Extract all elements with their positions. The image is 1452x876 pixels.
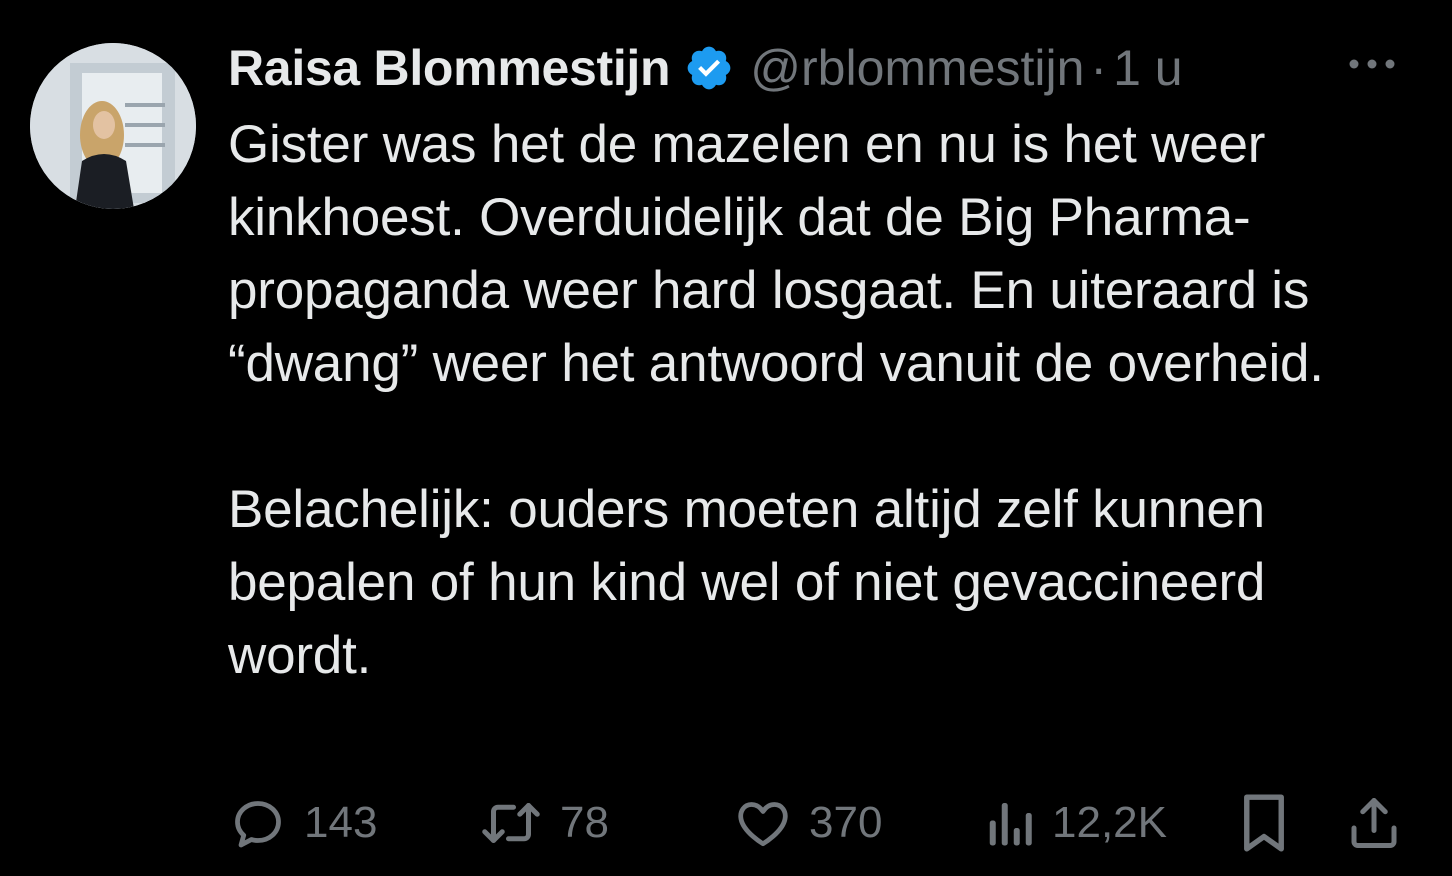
avatar[interactable] [30,43,196,209]
like-button[interactable]: 370 [733,790,882,856]
tweet-text: Gister was het de mazelen en nu is het w… [228,115,1324,685]
heart-icon [738,802,788,847]
author-handle[interactable]: @rblommestijn [750,39,1084,97]
author-name[interactable]: Raisa Blommestijn [228,39,671,97]
tweet[interactable]: Raisa Blommestijn @rblommestijn · 1 u Gi… [0,0,1452,876]
reply-icon [235,801,281,848]
retweet-icon [482,803,540,843]
timestamp[interactable]: 1 u [1113,39,1183,97]
separator-dot: · [1090,40,1108,96]
verified-badge-icon[interactable] [684,43,734,93]
like-count: 370 [809,798,883,847]
bookmark-button[interactable] [1236,790,1292,856]
share-button[interactable] [1344,790,1404,856]
retweet-count: 78 [560,798,609,847]
share-icon [1351,798,1397,848]
reply-button[interactable]: 143 [228,790,377,856]
retweet-button[interactable]: 78 [478,790,609,856]
views-count: 12,2K [1052,798,1167,847]
bookmark-icon [1244,794,1284,852]
views-chart-icon [989,803,1032,846]
action-bar: 143 78 370 12,2K [228,790,1408,856]
reply-count: 143 [304,798,378,847]
views-button[interactable]: 12,2K [986,790,1167,856]
avatar-photo [30,43,196,209]
tweet-header: Raisa Blommestijn @rblommestijn · 1 u [228,36,1412,100]
more-options-icon[interactable] [1344,44,1400,84]
